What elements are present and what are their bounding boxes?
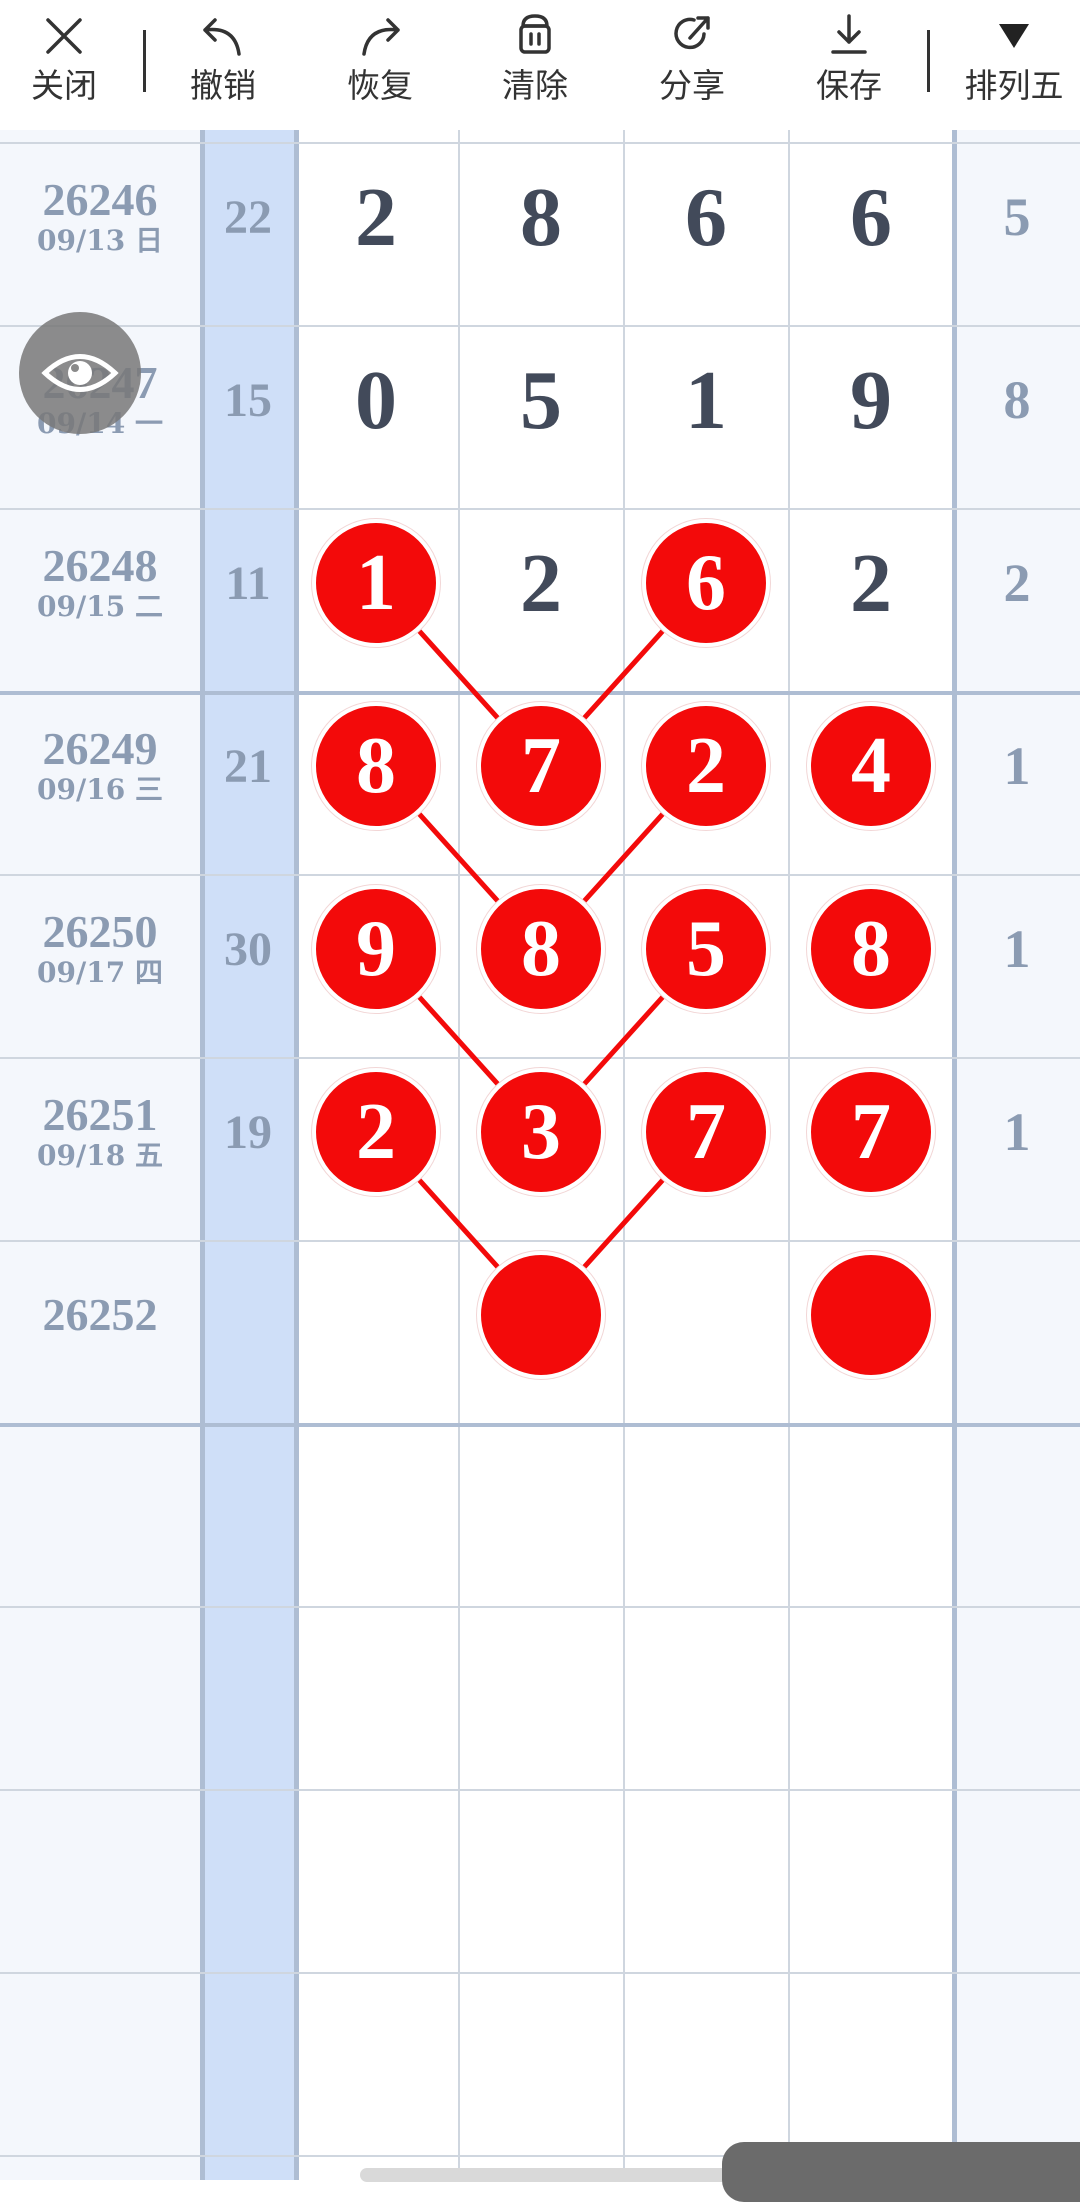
marked-ball[interactable]: 7	[807, 1068, 935, 1196]
marked-ball[interactable]: 9	[312, 885, 440, 1013]
toolbar-divider	[927, 30, 930, 92]
undo-label: 撤销	[190, 66, 256, 105]
visibility-toggle-button[interactable]	[19, 312, 141, 434]
marked-ball[interactable]: 8	[312, 702, 440, 830]
trend-grid[interactable]: 2624609/13 日22528662624709/14 一158051926…	[0, 0, 1080, 2180]
toolbar-divider	[143, 30, 146, 92]
close-icon	[46, 18, 82, 54]
undo-icon	[203, 18, 241, 56]
share-button[interactable]: 分享	[632, 0, 752, 128]
mode-select[interactable]: 排列五	[948, 0, 1080, 128]
close-label: 关闭	[31, 66, 97, 105]
bottom-handle[interactable]	[722, 2142, 1080, 2202]
save-button[interactable]: 保存	[789, 0, 909, 128]
caret-down-icon	[999, 24, 1029, 48]
clear-label: 清除	[502, 66, 568, 105]
marked-ball[interactable]	[807, 1251, 935, 1379]
marked-ball[interactable]: 2	[642, 702, 770, 830]
marked-ball[interactable]: 2	[312, 1068, 440, 1196]
mode-label: 排列五	[964, 66, 1064, 105]
marked-ball[interactable]: 5	[642, 885, 770, 1013]
trash-icon	[519, 14, 551, 54]
share-label: 分享	[659, 66, 725, 105]
marked-ball[interactable]: 4	[807, 702, 935, 830]
marked-ball[interactable]: 3	[477, 1068, 605, 1196]
marked-ball[interactable]: 1	[312, 519, 440, 647]
clear-button[interactable]: 清除	[475, 0, 595, 128]
marked-ball[interactable]	[477, 1251, 605, 1379]
marked-ball[interactable]: 8	[477, 885, 605, 1013]
close-button[interactable]: 关闭	[4, 0, 124, 128]
undo-button[interactable]: 撤销	[163, 0, 283, 128]
marked-ball[interactable]: 8	[807, 885, 935, 1013]
download-icon	[831, 14, 867, 54]
share-icon	[674, 16, 710, 50]
redo-button[interactable]: 恢复	[320, 0, 440, 128]
save-label: 保存	[816, 66, 882, 105]
redo-label: 恢复	[347, 66, 413, 105]
redo-icon	[362, 18, 400, 56]
eye-icon	[41, 354, 119, 392]
marked-ball[interactable]: 7	[477, 702, 605, 830]
toolbar: 关闭 撤销 恢复 清除 分享 保存 排列五	[0, 0, 1080, 128]
marked-ball[interactable]: 6	[642, 519, 770, 647]
marked-ball[interactable]: 7	[642, 1068, 770, 1196]
